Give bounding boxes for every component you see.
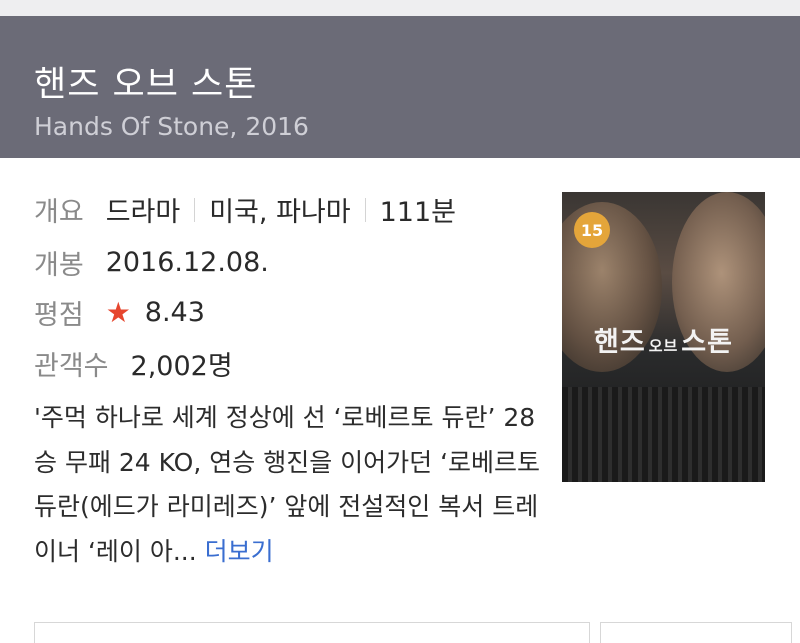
audience-row: 관객수 2,002명 (34, 344, 233, 383)
poster-title-word: 핸즈 (594, 327, 646, 358)
star-icon: ★ (105, 296, 131, 329)
bottom-card-left[interactable] (34, 622, 590, 643)
movie-original-title: Hands Of Stone, 2016 (34, 112, 309, 141)
runtime-value: 111분 (379, 197, 456, 228)
poster-title-word: 오브 (648, 337, 679, 355)
overview-row: 개요 드라마 미국, 파나마 111분 (34, 190, 456, 229)
release-date: 2016.12.08. (105, 247, 269, 278)
synopsis: '주먹 하나로 세계 정상에 선 ‘로베르토 듀란’ 28승 무패 24 KO,… (34, 396, 554, 574)
release-label: 개봉 (34, 250, 84, 281)
poster-title: 핸즈 오브 스톤 (562, 320, 765, 359)
movie-poster[interactable]: 핸즈 오브 스톤 15 (562, 192, 765, 482)
divider (364, 197, 366, 222)
age-rating-badge: 15 (574, 212, 610, 248)
rating-value: 8.43 (144, 297, 205, 328)
poster-crowd (562, 387, 765, 482)
movie-header: 핸즈 오브 스톤 Hands Of Stone, 2016 (0, 16, 800, 158)
audience-value: 2,002명 (130, 351, 233, 382)
bottom-card-right[interactable] (600, 622, 792, 643)
more-link[interactable]: 더보기 (205, 537, 274, 566)
country-value: 미국, 파나마 (209, 197, 351, 228)
audience-label: 관객수 (34, 351, 109, 382)
release-row: 개봉 2016.12.08. (34, 243, 269, 282)
movie-title[interactable]: 핸즈 오브 스톤 (34, 56, 257, 107)
rating-row: 평점 ★ 8.43 (34, 293, 205, 332)
poster-title-word: 스톤 (681, 327, 733, 358)
rating-label: 평점 (34, 300, 84, 331)
divider (194, 197, 196, 222)
status-strip (0, 0, 800, 16)
synopsis-text: '주먹 하나로 세계 정상에 선 ‘로베르토 듀란’ 28승 무패 24 KO,… (34, 403, 541, 566)
genre-value: 드라마 (105, 197, 181, 228)
overview-label: 개요 (34, 197, 84, 228)
